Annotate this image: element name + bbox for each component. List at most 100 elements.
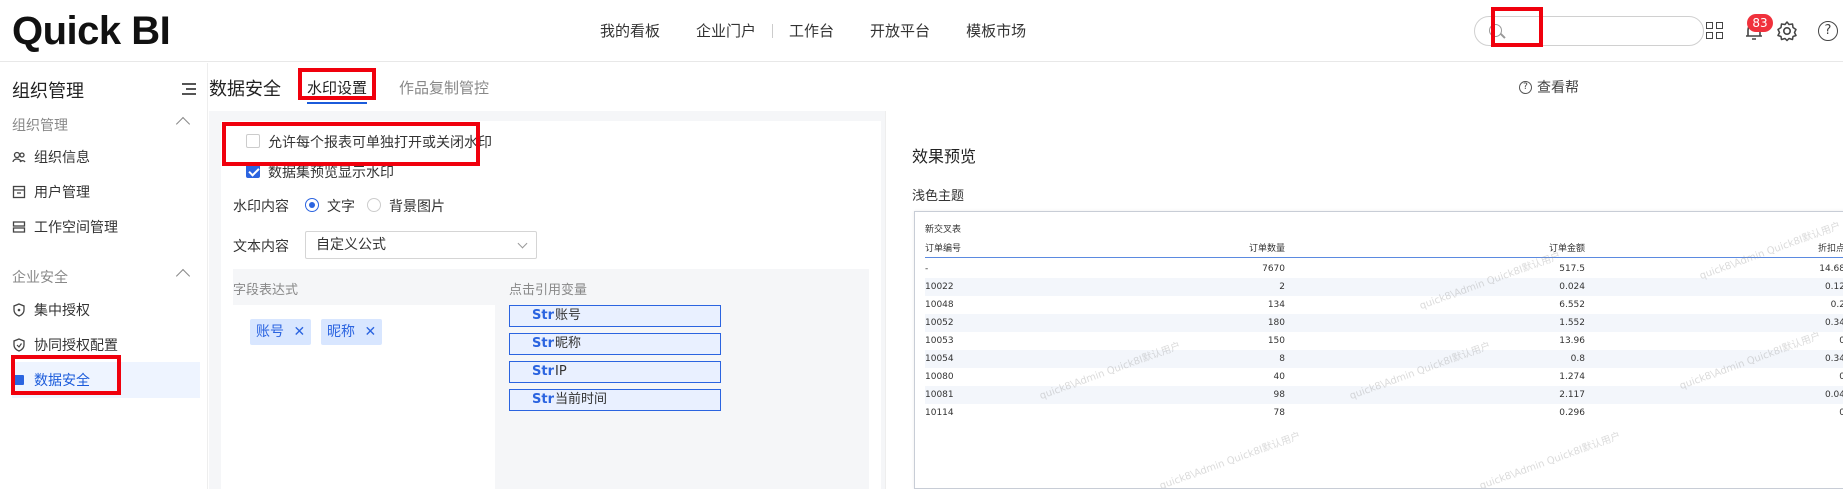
watermark-text: quick8\Admin Quick8I默认用户 [1158,430,1303,489]
table-cell: 0.04 [1824,390,1843,400]
workspace-icon [12,220,26,234]
nav-template-market[interactable]: 模板市场 [966,20,1026,41]
table-row: 10114 78 0.296 0 [925,404,1843,422]
allow-toggle-checkbox[interactable] [246,134,260,148]
sidebar-item-users[interactable]: 用户管理 [12,174,200,210]
table-cell: 10048 [925,300,954,310]
table-cell: 10053 [925,336,954,346]
sidebar-item-central-auth[interactable]: 集中授权 [12,292,200,328]
close-icon[interactable]: ✕ [364,324,376,340]
sidebar-group-security[interactable]: 企业安全 [12,267,68,287]
variable-item[interactable]: StrIP [509,361,721,383]
table-cell: 6.552 [1559,300,1585,310]
table-row: 10052 180 1.552 0.34 [925,314,1843,332]
table-cell: 517.5 [1559,264,1585,274]
sidebar-item-collab-auth[interactable]: 协同授权配置 [12,327,200,363]
sidebar-item-data-security[interactable]: 数据安全 [12,362,200,398]
variable-item[interactable]: Str当前时间 [509,389,721,411]
table-cell: 2.117 [1559,390,1585,400]
table-cell: 1.552 [1559,318,1585,328]
table-cell: 13.96 [1559,336,1585,346]
question-icon: ? [1519,80,1532,94]
preview-table: 新交叉表 订单编号 订单数量 订单金额 折扣点 -7670 517.5 14.68 10022… [914,211,1843,489]
watermark-text: quick8\Admin Quick8I默认用户 [1478,430,1623,489]
table-cell: 150 [1267,336,1285,346]
dataset-preview-checkbox[interactable] [246,164,260,178]
dataset-preview-label: 数据集预览显示水印 [268,165,394,181]
sidebar-item-workspaces[interactable]: 工作空间管理 [12,209,200,245]
tab-copy-control[interactable]: 作品复制管控 [399,77,489,98]
help-icon[interactable]: ? [1818,21,1838,41]
close-icon[interactable]: ✕ [293,324,305,340]
sidebar-item-label: 用户管理 [34,185,90,201]
table-cell: 订单编号 [925,244,962,254]
tab-watermark-settings[interactable]: 水印设置 [307,77,368,104]
table-cell: 8 [1279,354,1285,364]
sidebar-title: 组织管理 [12,81,84,102]
preview-panel: 效果预览 浅色主题 新交叉表 订单编号 订单数量 订单金额 折扣点 -7670 517.5… [885,111,1843,489]
preview-table-name: 新交叉表 [925,225,962,235]
radio-background-image[interactable] [367,198,381,212]
variable-item[interactable]: Str昵称 [509,333,721,355]
text-content-label: 文本内容 [233,239,289,255]
search-input[interactable] [1474,16,1704,46]
notification-badge: 83 [1747,14,1773,32]
table-cell: 14.68 [1819,264,1843,274]
help-link[interactable]: ? 查看帮 [1519,77,1579,97]
collapse-menu-icon[interactable] [182,83,196,95]
nav-open-platform[interactable]: 开放平台 [870,20,930,41]
text-content-select[interactable]: 自定义公式 [305,231,537,259]
table-cell: 订单数量 [1248,244,1285,254]
gear-icon[interactable] [1776,20,1798,42]
page-title: 数据安全 [209,79,281,100]
table-cell: 0.296 [1559,408,1585,418]
table-cell: 10081 [925,390,954,400]
expression-tag[interactable]: 昵称 ✕ [321,319,383,345]
page-header: 数据安全 水印设置 作品复制管控 ? 查看帮 [209,63,1843,111]
table-header-row: 订单编号 订单数量 订单金额 折扣点 [925,240,1843,258]
table-cell: 0 [1839,332,1843,350]
table-cell: - [925,264,929,274]
reference-vars-label: 点击引用变量 [509,283,588,298]
table-cell: 0.34 [1824,318,1843,328]
app-grid-icon[interactable] [1706,22,1724,40]
table-cell: 折扣点 [1817,244,1843,254]
table-cell: 180 [1267,318,1285,328]
table-cell: 2 [1279,282,1285,292]
preview-theme-label: 浅色主题 [912,189,965,204]
expression-input[interactable]: 账号 ✕ 昵称 ✕ [233,305,495,489]
sidebar-group-org[interactable]: 组织管理 [12,115,68,135]
preview-title: 效果预览 [912,147,977,166]
variable-item[interactable]: Str账号 [509,305,721,327]
nav-enterprise-portal[interactable]: 企业门户 [696,20,756,41]
nav-my-dashboard[interactable]: 我的看板 [600,20,660,41]
sidebar-item-org-info[interactable]: 组织信息 [12,139,200,175]
chevron-up-icon[interactable] [175,116,191,132]
watermark-settings-panel: 允许每个报表可单独打开或关闭水印 数据集预览显示水印 水印内容 文字 背景图片 … [221,121,881,489]
nav-workbench[interactable]: 工作台 [789,20,834,41]
table-cell: 10054 [925,354,954,364]
table-cell: 10022 [925,282,954,292]
table-row: 10053 150 13.96 0 [925,332,1843,350]
chevron-up-icon[interactable] [175,268,191,284]
data-security-icon [12,373,26,387]
table-row: 10054 8 0.8 0.34 [925,350,1843,368]
table-row: 10048 134 6.552 0.2 [925,296,1843,314]
top-nav: 我的看板 企业门户 工作台 开放平台 模板市场 [600,20,1062,41]
table-cell: 98 [1273,390,1285,400]
table-cell: 0.12 [1824,282,1843,292]
table-cell: 0.2 [1830,300,1843,310]
table-cell: 134 [1267,300,1285,310]
sidebar-item-label: 工作空间管理 [34,220,118,236]
table-cell: 40 [1273,372,1285,382]
radio-text[interactable] [305,198,319,212]
quick-bi-logo[interactable]: Quick BI [12,9,171,54]
org-icon [12,150,26,164]
table-cell: 7670 [1262,264,1285,274]
shield-key-icon [12,338,26,352]
sidebar: 组织管理 组织管理 组织信息 用户管理 工作空间管理 企业安全 集中授权 协同授… [0,63,208,489]
expression-tag[interactable]: 账号 ✕ [250,319,312,345]
sidebar-item-label: 组织信息 [34,150,90,166]
expression-editor: 字段表达式 点击引用变量 账号 ✕ 昵称 ✕ Str账号 Str昵称 StrIP… [233,269,869,489]
radio-text-label: 文字 [327,199,355,215]
